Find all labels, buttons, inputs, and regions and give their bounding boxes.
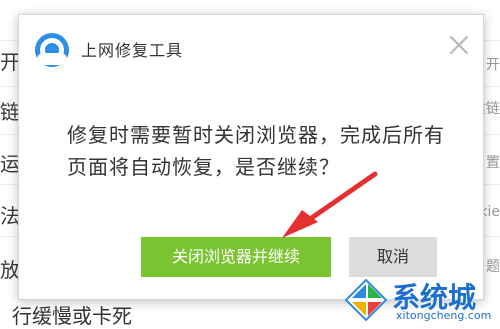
bg-text-fragment: 置: [486, 155, 500, 171]
close-icon[interactable]: [447, 33, 471, 57]
dialog-title: 上网修复工具: [81, 41, 184, 60]
bg-text-fragment: 开: [486, 57, 500, 73]
watermark-domain: xitongcheng.com: [396, 309, 492, 322]
repair-dialog: 上网修复工具 修复时需要暂时关闭浏览器，完成后所有页面将自动恢复，是否继续？ 关…: [18, 14, 484, 300]
windows-logo-icon: [344, 278, 388, 322]
close-browser-continue-button[interactable]: 关闭浏览器并继续: [141, 237, 331, 277]
dialog-header: 上网修复工具: [19, 15, 483, 75]
cancel-button[interactable]: 取消: [349, 237, 437, 277]
bg-bottom-text: 行缓慢或卡死: [12, 304, 132, 328]
watermark: 系统城 xitongcheng.com: [344, 278, 500, 326]
browser-repair-icon: [35, 33, 69, 67]
bg-text-fragment: 题: [486, 259, 500, 275]
dialog-message: 修复时需要暂时关闭浏览器，完成后所有页面将自动恢复，是否继续？: [67, 123, 445, 179]
